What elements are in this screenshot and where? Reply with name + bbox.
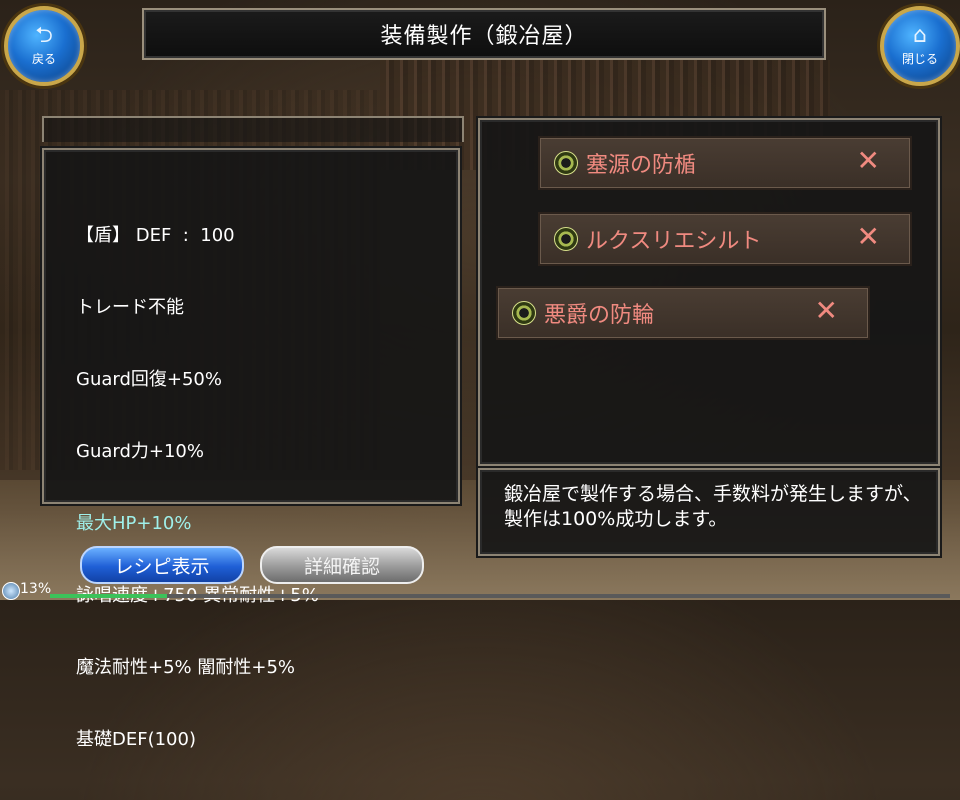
detail-button[interactable]: 詳細確認	[260, 546, 424, 584]
progress-label: 13%	[20, 581, 52, 597]
stats-panel: 【盾】 DEF : 100 トレード不能 Guard回復+50% Guard力+…	[42, 148, 460, 750]
recipe-button[interactable]: レシピ表示	[80, 546, 244, 584]
stat-line-highlight: 最大HP+10%	[76, 513, 192, 534]
stat-line: 【盾】 DEF : 100	[76, 225, 235, 246]
return-arrow-icon: ⮌	[35, 23, 53, 48]
materials-panel: 塞源の防楯 ✕ ルクスリエシルト ✕ 悪爵の防輪 ✕	[478, 118, 940, 466]
stats-panel-frame	[42, 116, 464, 142]
stat-line: Guard回復+50%	[76, 369, 222, 390]
material-item[interactable]: 塞源の防楯 ✕	[538, 136, 912, 190]
remove-icon[interactable]: ✕	[857, 222, 880, 252]
material-name: ルクスリエシルト	[586, 229, 762, 254]
stat-line: 基礎DEF(100)	[76, 729, 196, 750]
back-button[interactable]: ⮌ 戻る	[4, 6, 84, 86]
stats-list: 【盾】 DEF : 100 トレード不能 Guard回復+50% Guard力+…	[76, 176, 319, 800]
gem-icon	[512, 301, 536, 325]
status-bar: 13%	[0, 580, 960, 600]
remove-icon[interactable]: ✕	[857, 146, 880, 176]
gem-icon	[554, 227, 578, 251]
material-item[interactable]: 悪爵の防輪 ✕	[496, 286, 870, 340]
remove-icon[interactable]: ✕	[815, 296, 838, 326]
info-text: 鍛冶屋で製作する場合、手数料が発生しますが、製作は100%成功します。	[504, 483, 922, 530]
close-label: 閉じる	[901, 52, 938, 66]
progress-track	[50, 594, 950, 598]
stat-line: Guard力+10%	[76, 441, 204, 462]
stat-line: 魔法耐性+5% 闇耐性+5%	[76, 657, 295, 678]
gem-icon	[554, 151, 578, 175]
material-name: 悪爵の防輪	[544, 303, 655, 328]
home-icon: ⌂	[913, 23, 927, 48]
material-item[interactable]: ルクスリエシルト ✕	[538, 212, 912, 266]
page-title: 装備製作（鍛冶屋）	[380, 24, 588, 49]
stat-line: トレード不能	[76, 297, 184, 318]
material-name: 塞源の防楯	[586, 153, 697, 178]
info-panel: 鍛冶屋で製作する場合、手数料が発生しますが、製作は100%成功します。	[478, 468, 940, 556]
title-bar: 装備製作（鍛冶屋）	[142, 8, 826, 60]
status-icon	[2, 582, 20, 600]
progress-fill	[50, 594, 167, 598]
close-button[interactable]: ⌂ 閉じる	[880, 6, 960, 86]
back-label: 戻る	[31, 52, 56, 66]
